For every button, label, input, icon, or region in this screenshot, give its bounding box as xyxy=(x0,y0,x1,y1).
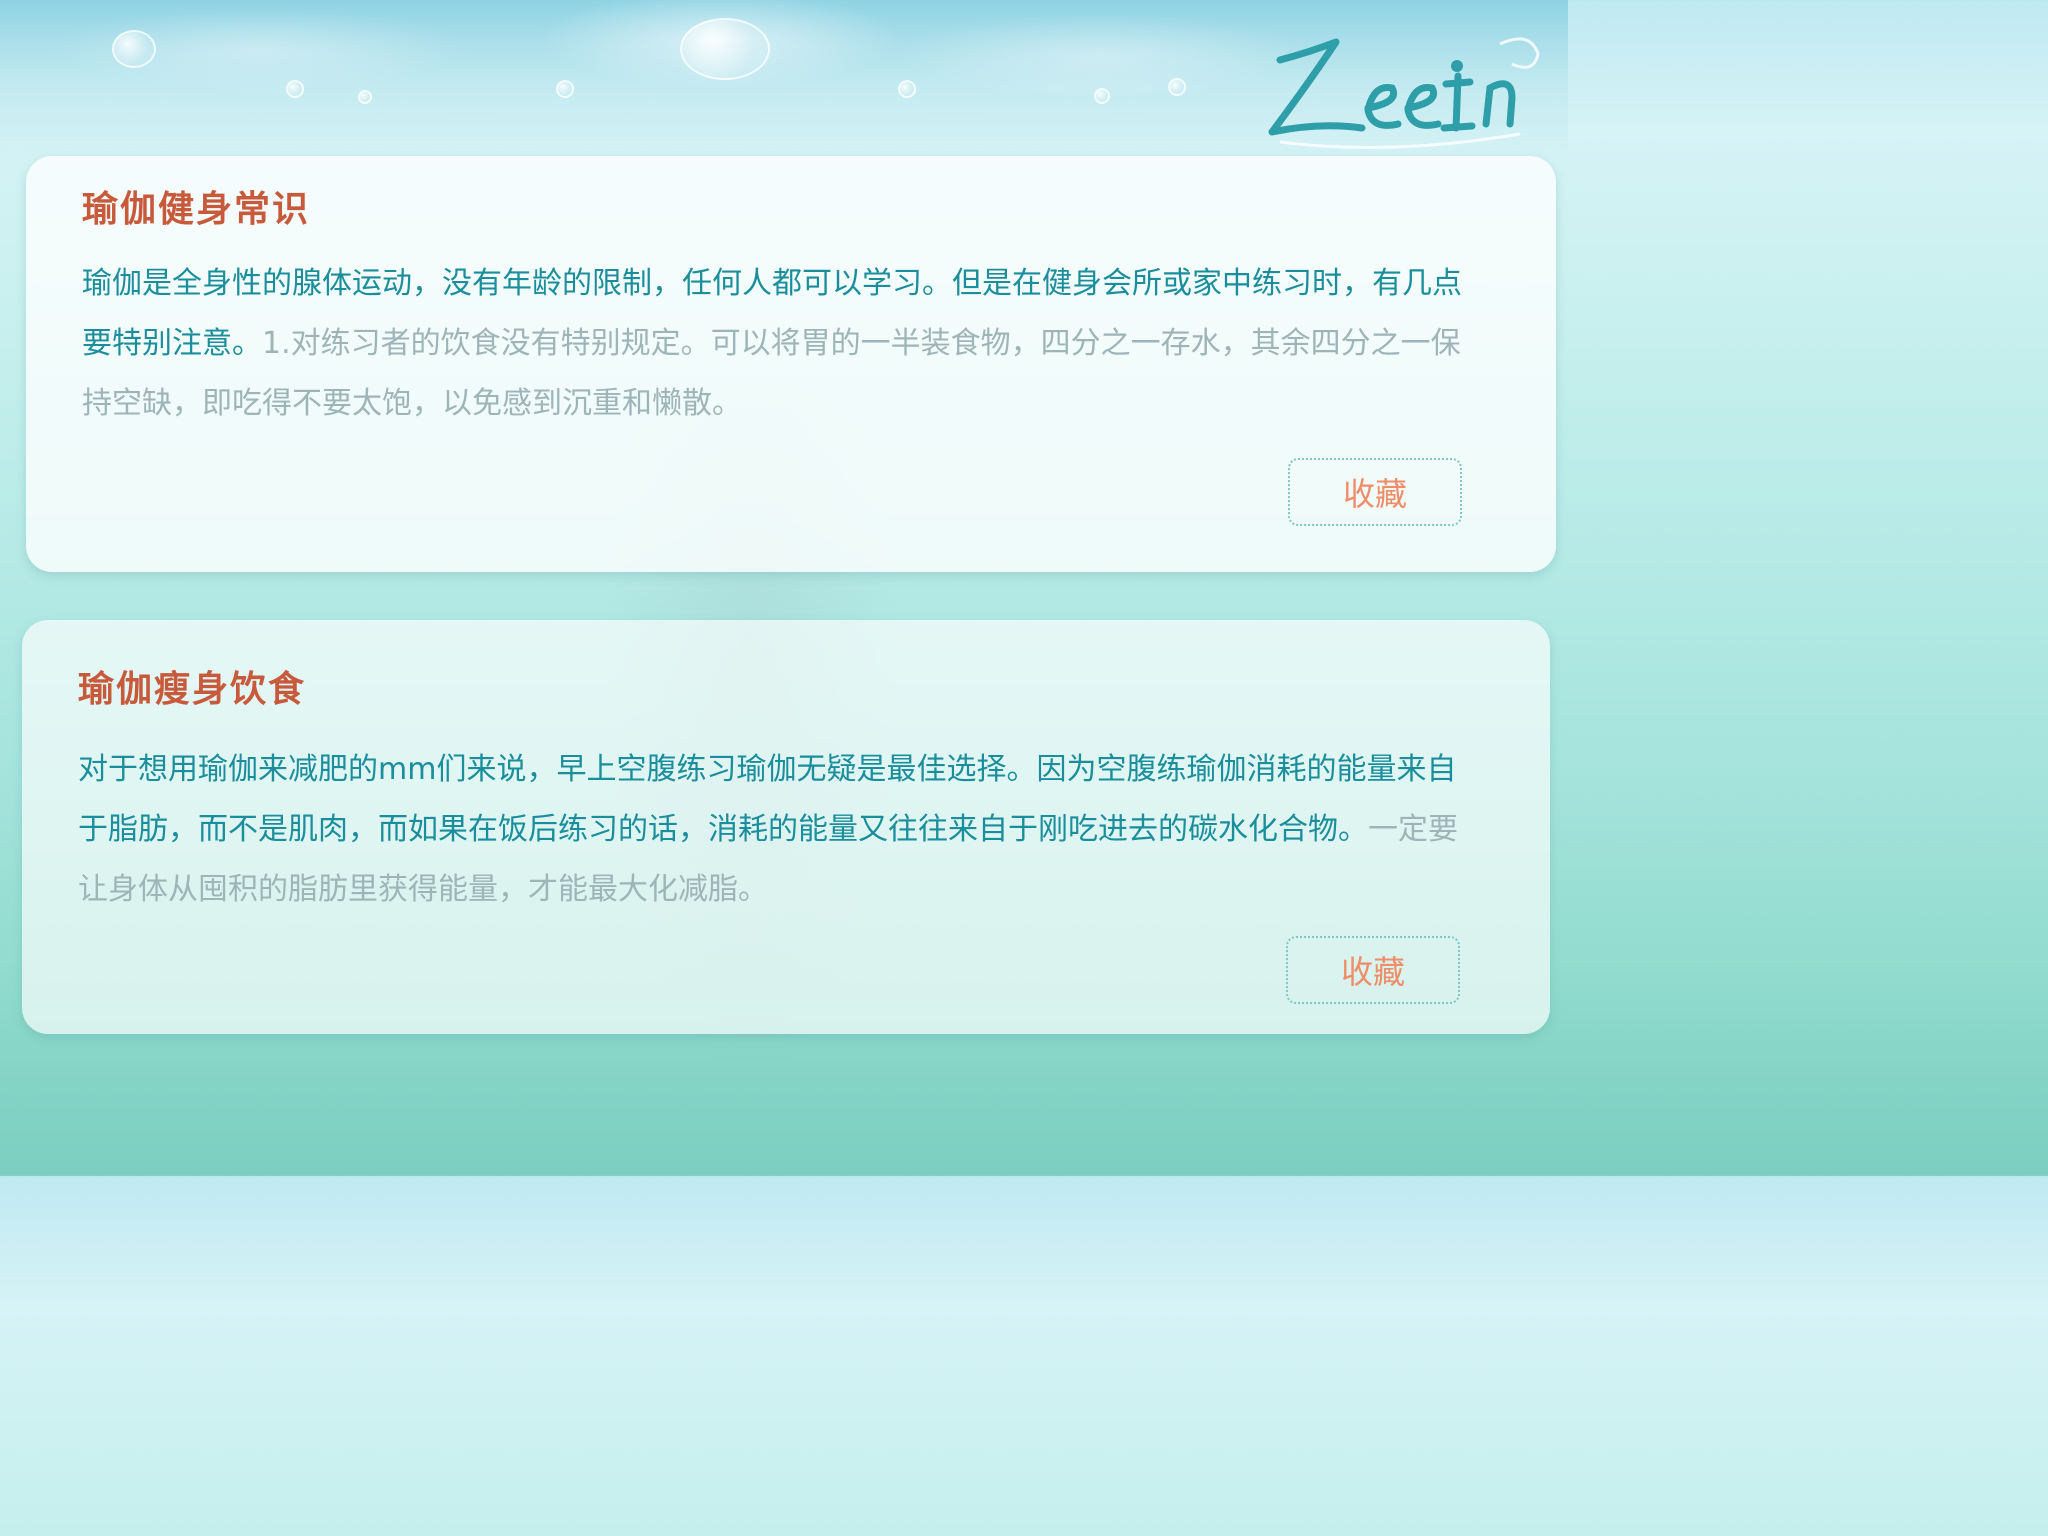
bubble-decoration xyxy=(286,80,304,98)
card-title: 瑜伽瘦身饮食 xyxy=(78,669,307,710)
bubble-decoration xyxy=(1094,88,1110,104)
bubble-decoration xyxy=(112,30,156,68)
favorite-button[interactable]: 收藏 xyxy=(1288,458,1462,526)
bubble-decoration xyxy=(680,18,770,80)
card-body-highlight: 对于想用瑜伽来减肥的mm们来说，早上空腹练习瑜伽无疑是最佳选择。因为空腹练瑜伽消… xyxy=(78,752,1457,847)
card-body-text: 瑜伽是全身性的腺体运动，没有年龄的限制，任何人都可以学习。但是在健身会所或家中练… xyxy=(82,254,1482,434)
bubble-decoration xyxy=(1168,78,1186,96)
zeein-logo-icon xyxy=(1268,37,1540,149)
article-card: 瑜伽瘦身饮食 对于想用瑜伽来减肥的mm们来说，早上空腹练习瑜伽无疑是最佳选择。因… xyxy=(22,620,1550,1034)
bubble-decoration xyxy=(358,90,372,104)
card-body-text: 对于想用瑜伽来减肥的mm们来说，早上空腹练习瑜伽无疑是最佳选择。因为空腹练瑜伽消… xyxy=(78,740,1478,920)
bubble-decoration xyxy=(556,80,574,98)
bubble-decoration xyxy=(898,80,916,98)
article-card: 瑜伽健身常识 瑜伽是全身性的腺体运动，没有年龄的限制，任何人都可以学习。但是在健… xyxy=(26,156,1556,572)
zeein-logo xyxy=(1250,24,1550,154)
card-body-faded: 1.对练习者的饮食没有特别规定。可以将胃的一半装食物，四分之一存水，其余四分之一… xyxy=(82,326,1461,421)
favorite-button[interactable]: 收藏 xyxy=(1286,936,1460,1004)
card-title: 瑜伽健身常识 xyxy=(82,189,311,230)
